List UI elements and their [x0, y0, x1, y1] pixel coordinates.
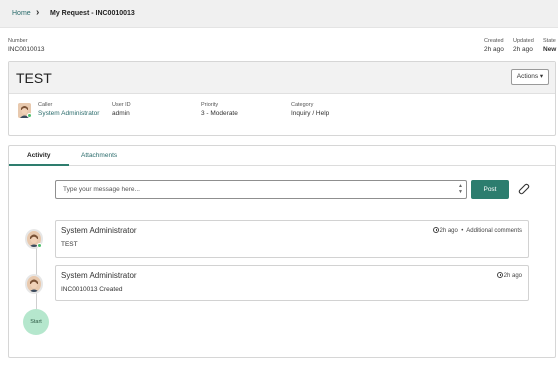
entry-time: 2h ago: [503, 273, 522, 279]
timeline-start-node: Start: [23, 309, 49, 335]
record-card: TEST Actions ▾ Caller System Administrat…: [8, 61, 556, 136]
entry-author: System Administrator: [61, 271, 137, 280]
breadcrumb: Home › My Request - INC0010013: [0, 0, 558, 28]
resize-arrows-icon[interactable]: ▲ ▼: [458, 183, 463, 195]
entry-author: System Administrator: [61, 226, 137, 235]
online-status-dot: [27, 113, 32, 118]
number-value: INC0010013: [8, 46, 45, 53]
online-status-dot: [37, 243, 42, 248]
breadcrumb-home-link[interactable]: Home: [12, 10, 31, 17]
caller-label: Caller: [38, 102, 53, 108]
entry-time: 2h ago: [439, 228, 458, 234]
category-value: Inquiry / Help: [291, 110, 330, 117]
updated-label: Updated: [513, 38, 534, 44]
record-header: TEST Actions ▾: [9, 62, 555, 94]
tab-active-indicator: [9, 164, 69, 166]
post-button[interactable]: Post: [471, 180, 509, 199]
entry-avatar[interactable]: [25, 274, 43, 294]
number-label: Number: [8, 38, 28, 44]
entry-kind: Additional comments: [466, 228, 522, 234]
activity-entry: System Administrator 2h ago • Additional…: [55, 220, 529, 258]
entry-body: TEST: [61, 241, 78, 248]
priority-value: 3 - Moderate: [201, 110, 238, 117]
created-value: 2h ago: [484, 46, 504, 53]
priority-label: Priority: [201, 102, 219, 108]
updated-value: 2h ago: [513, 46, 533, 53]
state-label: State: [543, 38, 556, 44]
category-label: Category: [291, 102, 314, 108]
entry-meta: 2h ago • Additional comments: [432, 227, 522, 234]
userid-value: admin: [112, 110, 130, 117]
userid-label: User ID: [112, 102, 131, 108]
breadcrumb-current: My Request - INC0010013: [50, 10, 135, 17]
tab-attachments[interactable]: Attachments: [81, 152, 117, 159]
tab-activity[interactable]: Activity: [27, 152, 50, 159]
message-placeholder: Type your message here...: [63, 186, 140, 193]
caller-value[interactable]: System Administrator: [38, 110, 99, 117]
entry-body: INC0010013 Created: [61, 286, 123, 293]
tab-bar: Activity Attachments: [9, 146, 555, 166]
activity-card: Activity Attachments Type your message h…: [8, 145, 556, 358]
message-input[interactable]: Type your message here... ▲ ▼: [55, 180, 467, 199]
actions-button[interactable]: Actions ▾: [511, 69, 549, 85]
record-title: TEST: [16, 70, 52, 86]
activity-entry: System Administrator 2h ago INC0010013 C…: [55, 265, 529, 301]
state-value: New: [543, 46, 557, 53]
clock-icon: [496, 272, 503, 278]
paperclip-icon[interactable]: [516, 182, 530, 196]
clock-icon: [432, 227, 439, 233]
chevron-right-icon: ›: [36, 7, 40, 18]
created-label: Created: [484, 38, 504, 44]
entry-meta: 2h ago: [496, 272, 522, 279]
